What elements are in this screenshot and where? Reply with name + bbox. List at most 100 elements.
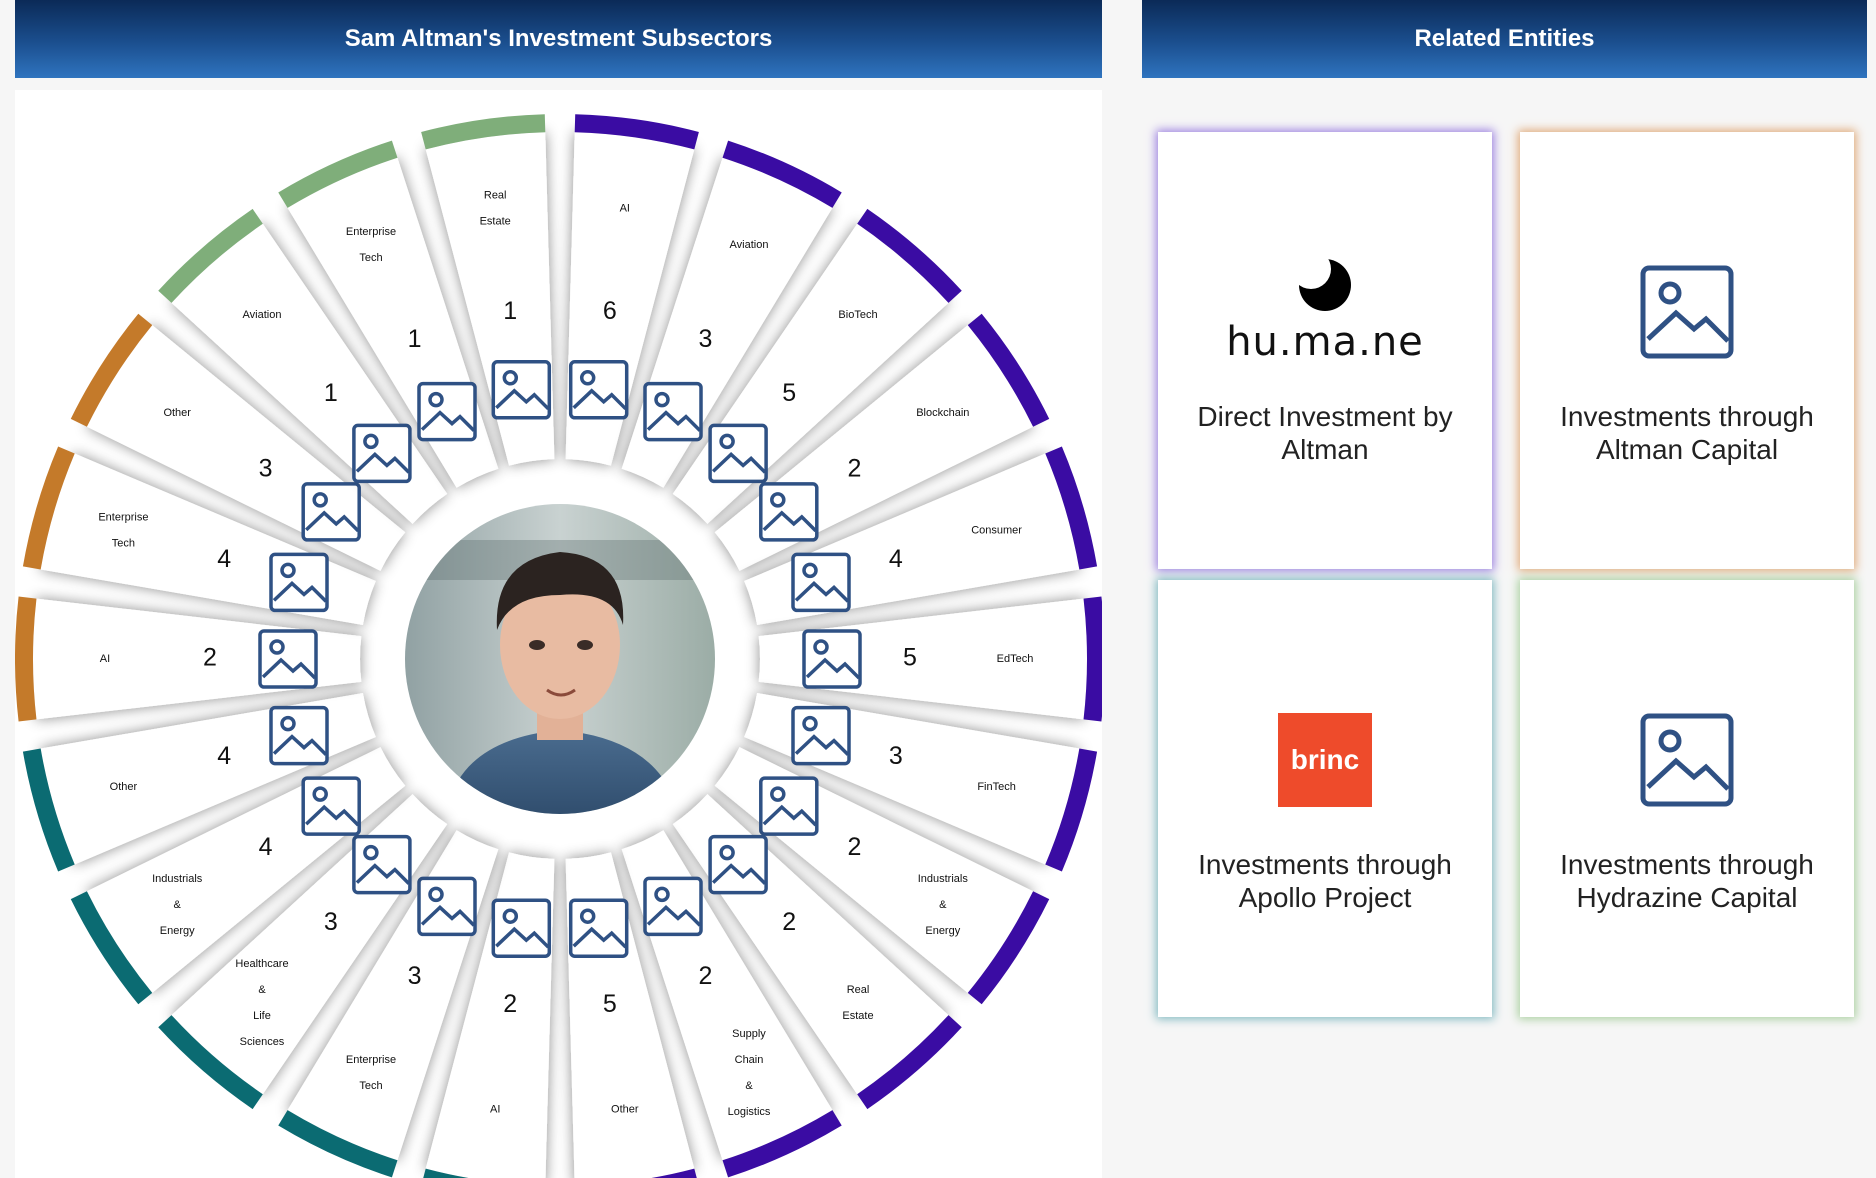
image-placeholder-icon — [258, 629, 318, 689]
segment-label: Sciences — [240, 1036, 285, 1048]
image-placeholder-icon — [759, 776, 819, 836]
segment-count: 4 — [259, 833, 273, 861]
entity-card-title: Investments through Hydrazine Capital — [1560, 849, 1814, 913]
entity-card-title: Investments through Apollo Project — [1198, 849, 1452, 913]
segment-label: Consumer — [971, 525, 1022, 537]
segment-label: Enterprise — [346, 1054, 396, 1066]
segment-label: BioTech — [838, 309, 877, 321]
segment-count: 2 — [203, 644, 217, 672]
segment-label: AI — [620, 203, 630, 215]
image-placeholder-icon — [791, 552, 851, 613]
image-placeholder-icon — [708, 834, 768, 895]
segment-label: Aviation — [243, 309, 282, 321]
related-entities-title: Related Entities — [1414, 25, 1595, 52]
segment-label: FinTech — [977, 781, 1016, 793]
segment-label: Real — [484, 190, 507, 202]
image-placeholder-icon — [643, 876, 703, 937]
image-placeholder-icon — [269, 552, 329, 613]
segment-count: 4 — [889, 545, 903, 573]
entity-card-direct-investment[interactable]: hu.ma.ne Direct Investment by Altman — [1158, 132, 1492, 569]
segment-count: 3 — [324, 908, 338, 936]
humane-logo: hu.ma.ne — [1226, 242, 1424, 382]
segment-label: Industrials — [918, 873, 969, 885]
image-placeholder-icon — [802, 629, 862, 689]
segment-count: 2 — [698, 962, 712, 990]
humane-moon-icon — [1290, 249, 1351, 311]
segment-label: Chain — [735, 1054, 764, 1066]
segment-label: Healthcare — [235, 958, 288, 970]
segment-label: Real — [847, 984, 870, 996]
image-placeholder-icon — [417, 381, 477, 442]
segment-count: 4 — [217, 545, 231, 573]
right-panel-header: Related Entities — [1142, 0, 1867, 78]
segment-label: Tech — [112, 538, 135, 550]
segment-label: Aviation — [730, 239, 769, 251]
image-placeholder-icon — [1640, 690, 1734, 830]
segment-count: 5 — [903, 644, 917, 672]
image-placeholder-icon — [491, 360, 552, 420]
image-placeholder-icon — [759, 482, 819, 542]
segment-label: & — [745, 1080, 753, 1092]
segment-label: Energy — [160, 925, 195, 937]
segment-count: 1 — [503, 297, 517, 325]
segment-label: Blockchain — [916, 407, 969, 419]
image-placeholder-icon — [417, 876, 477, 937]
segment-label: Other — [611, 1103, 639, 1115]
segment-label: Industrials — [152, 873, 203, 885]
segment-label: Other — [163, 407, 191, 419]
segment-label: Energy — [925, 925, 960, 937]
segment-label: Other — [110, 781, 138, 793]
segment-label: & — [174, 899, 182, 911]
segment-label: Enterprise — [98, 512, 148, 524]
image-placeholder-icon — [1640, 242, 1734, 382]
segment-count: 6 — [603, 297, 617, 325]
left-panel-header: Sam Altman's Investment Subsectors — [15, 0, 1102, 78]
segment-count: 3 — [408, 962, 422, 990]
segment-count: 4 — [217, 742, 231, 770]
image-placeholder-icon — [352, 423, 412, 484]
entity-card-title: Direct Investment by Altman — [1197, 401, 1453, 465]
entity-card-title: Investments through Altman Capital — [1560, 401, 1814, 465]
segment-label: & — [258, 984, 266, 996]
segment-label: EdTech — [997, 653, 1034, 665]
image-placeholder-icon — [352, 834, 412, 895]
segment-label: AI — [100, 653, 110, 665]
segment-count: 2 — [503, 990, 517, 1018]
image-placeholder-icon — [568, 360, 629, 420]
segment-count: 3 — [259, 454, 273, 482]
segment-count: 3 — [889, 742, 903, 770]
segment-count: 3 — [698, 325, 712, 353]
segment-label: Life — [253, 1010, 271, 1022]
image-placeholder-icon — [301, 776, 361, 836]
segment-label: Tech — [359, 1080, 382, 1092]
segment-count: 2 — [847, 454, 861, 482]
segment-label: Estate — [842, 1010, 873, 1022]
segment-label: Tech — [359, 252, 382, 264]
segment-label: Supply — [732, 1028, 766, 1040]
segment-label: Logistics — [728, 1106, 771, 1118]
segment-count: 2 — [782, 908, 796, 936]
image-placeholder-icon — [491, 898, 552, 958]
segment-count: 1 — [324, 379, 338, 407]
subsector-wheel: AI 6 Aviation 3 BioTech 5 Blockchain 2 Consumer 4… — [15, 114, 1102, 1178]
segment-count: 5 — [782, 379, 796, 407]
segment-label: AI — [490, 1103, 500, 1115]
image-placeholder-icon — [791, 705, 851, 766]
segment-label: & — [939, 899, 947, 911]
image-placeholder-icon — [301, 482, 361, 542]
image-placeholder-icon — [568, 898, 629, 958]
sam-altman-photo — [403, 502, 717, 816]
image-placeholder-icon — [269, 705, 329, 766]
segment-count: 2 — [847, 833, 861, 861]
subsectors-title: Sam Altman's Investment Subsectors — [344, 25, 773, 52]
image-placeholder-icon — [708, 423, 768, 484]
segment-label: Enterprise — [346, 226, 396, 238]
segment-count: 5 — [603, 990, 617, 1018]
segment-label: Estate — [480, 216, 511, 228]
image-placeholder-icon — [643, 381, 703, 442]
entity-card-apollo-project[interactable]: brinc Investments through Apollo Project — [1158, 580, 1492, 1017]
entity-card-hydrazine-capital[interactable]: Investments through Hydrazine Capital — [1520, 580, 1854, 1017]
segment-count: 1 — [408, 325, 422, 353]
brinc-logo: brinc — [1278, 690, 1372, 830]
entity-card-altman-capital[interactable]: Investments through Altman Capital — [1520, 132, 1854, 569]
